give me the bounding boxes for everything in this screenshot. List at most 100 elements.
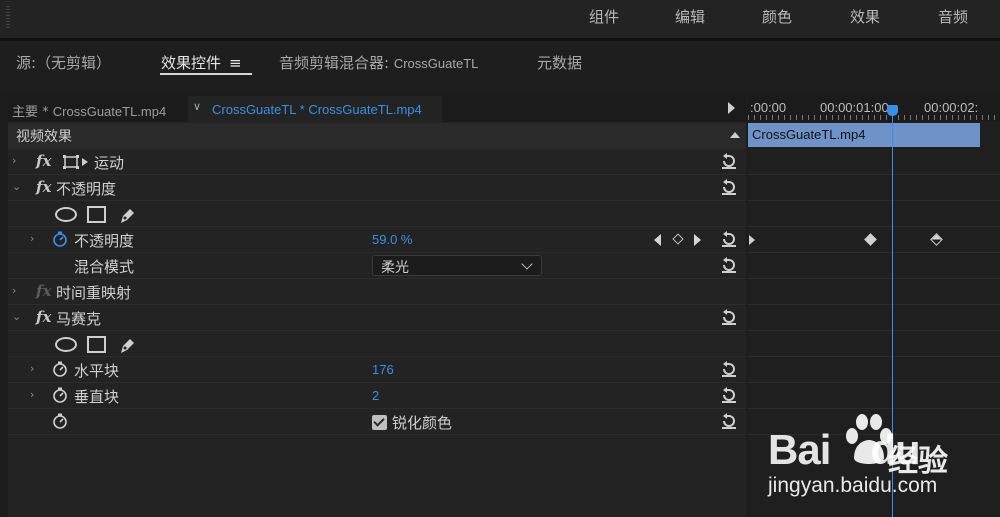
- reset-icon[interactable]: [720, 412, 738, 430]
- sequence-clip-name: CrossGuateTL * CrossGuateTL.mp4: [212, 102, 422, 117]
- next-keyframe-icon[interactable]: [694, 234, 701, 246]
- transform-icon[interactable]: [62, 154, 90, 170]
- blend-mode-select[interactable]: 柔光: [372, 255, 542, 276]
- param-name: 垂直块: [74, 388, 120, 406]
- param-row-vertical-blocks: › 垂直块 2: [8, 383, 746, 409]
- reset-icon[interactable]: [720, 360, 738, 378]
- workspace-bar: 组件 编辑 颜色 效果 音频: [0, 0, 1000, 38]
- collapse-up-icon[interactable]: [730, 132, 740, 138]
- tab-audio-clip-mixer-label: 音频剪辑混合器:: [279, 54, 394, 72]
- param-name: 水平块: [74, 362, 120, 380]
- workspace-color[interactable]: 颜色: [762, 6, 792, 27]
- divider: [748, 382, 1000, 383]
- reset-icon[interactable]: [720, 308, 738, 326]
- effect-controls-panel: 主要 * CrossGuateTL.mp4 ∨ CrossGuateTL * C…: [8, 96, 746, 517]
- divider: [748, 174, 1000, 175]
- time-label: 00:00:02:: [924, 100, 979, 115]
- workspace-editing[interactable]: 编辑: [675, 6, 705, 27]
- opacity-value[interactable]: 59.0 %: [372, 232, 412, 247]
- effect-name: 不透明度: [56, 180, 117, 198]
- divider: [748, 356, 1000, 357]
- tab-effect-controls-label: 效果控件: [161, 54, 222, 72]
- clip-bar[interactable]: CrossGuateTL.mp4: [748, 123, 980, 147]
- horizontal-blocks-value[interactable]: 176: [372, 362, 394, 377]
- param-name: 不透明度: [74, 232, 135, 250]
- reset-icon[interactable]: [720, 152, 738, 170]
- fx-toggle-icon[interactable]: fx: [36, 152, 51, 170]
- pen-mask-icon[interactable]: [117, 335, 137, 355]
- ellipse-mask-icon[interactable]: [55, 207, 77, 222]
- effect-row-time-remap: › fx 时间重映射: [8, 279, 746, 305]
- ellipse-mask-icon[interactable]: [55, 337, 77, 352]
- chevron-down-icon[interactable]: ∨: [193, 100, 201, 113]
- pen-mask-icon[interactable]: [117, 205, 137, 225]
- master-clip-tab[interactable]: 主要 * CrossGuateTL.mp4: [12, 101, 166, 120]
- tab-effect-controls[interactable]: 效果控件 ≡: [161, 52, 242, 73]
- keyframe-navigator: [654, 233, 704, 247]
- section-title: 视频效果: [16, 129, 72, 145]
- time-label: :00:00: [750, 100, 787, 115]
- chevron-right-icon[interactable]: ›: [30, 232, 34, 245]
- video-effects-header: 视频效果: [8, 123, 746, 149]
- divider: [748, 226, 1000, 227]
- keyframe-icon[interactable]: [864, 233, 877, 246]
- divider: [748, 304, 1000, 305]
- reset-icon[interactable]: [720, 256, 738, 274]
- rectangle-mask-icon[interactable]: [87, 336, 106, 353]
- mask-tools-row: [8, 201, 746, 227]
- master-clip-name: CrossGuateTL.mp4: [52, 104, 167, 119]
- tab-source[interactable]: 源:（无剪辑）: [16, 52, 111, 73]
- panel-menu-icon[interactable]: ≡: [229, 54, 242, 72]
- chevron-down-icon: [521, 258, 533, 270]
- stopwatch-icon[interactable]: [52, 231, 68, 247]
- tab-audio-clip-mixer-clip: CrossGuateTL: [393, 56, 479, 71]
- add-keyframe-icon[interactable]: [672, 233, 684, 245]
- fx-toggle-icon[interactable]: fx: [36, 178, 51, 196]
- reset-icon[interactable]: [720, 178, 738, 196]
- clip-bar-name: CrossGuateTL.mp4: [752, 127, 866, 142]
- reset-icon[interactable]: [720, 386, 738, 404]
- stopwatch-icon[interactable]: [52, 387, 68, 403]
- chevron-down-icon[interactable]: ⌄: [12, 310, 21, 323]
- time-label: 00:00:01:00: [820, 100, 889, 115]
- divider: [748, 278, 1000, 279]
- reset-icon[interactable]: [720, 230, 738, 248]
- chevron-right-icon[interactable]: ›: [12, 154, 16, 167]
- workspace-audio[interactable]: 音频: [938, 6, 968, 27]
- chevron-down-icon[interactable]: ⌄: [12, 180, 21, 193]
- divider: [748, 200, 1000, 201]
- tab-metadata[interactable]: 元数据: [537, 52, 582, 73]
- chevron-right-icon[interactable]: ›: [30, 362, 34, 375]
- stopwatch-icon[interactable]: [52, 361, 68, 377]
- fx-toggle-icon[interactable]: fx: [36, 308, 51, 326]
- active-tab-indicator: [160, 73, 252, 75]
- keyframe-start-icon[interactable]: [749, 235, 755, 245]
- playhead-handle[interactable]: [887, 105, 898, 116]
- stopwatch-icon[interactable]: [52, 413, 68, 429]
- prev-keyframe-icon[interactable]: [654, 234, 661, 246]
- master-clip-prefix: 主要 *: [12, 105, 53, 120]
- effect-row-mosaic: ⌄ fx 马赛克: [8, 305, 746, 331]
- drag-grip-icon[interactable]: [6, 6, 10, 28]
- workspace-effects[interactable]: 效果: [850, 6, 880, 27]
- workspace-assembly[interactable]: 组件: [589, 6, 619, 27]
- effect-row-opacity: ⌄ fx 不透明度: [8, 175, 746, 201]
- play-icon[interactable]: [728, 102, 735, 114]
- tab-audio-clip-mixer[interactable]: 音频剪辑混合器: CrossGuateTL: [279, 52, 478, 73]
- sharpen-colors-checkbox[interactable]: [372, 415, 387, 430]
- param-row-blend-mode: 混合模式 柔光: [8, 253, 746, 279]
- fx-toggle-icon: fx: [36, 282, 52, 300]
- effect-name: 马赛克: [56, 310, 102, 328]
- chevron-right-icon[interactable]: ›: [12, 284, 16, 297]
- param-row-horizontal-blocks: › 水平块 176: [8, 357, 746, 383]
- rectangle-mask-icon[interactable]: [87, 206, 106, 223]
- vertical-blocks-value[interactable]: 2: [372, 388, 379, 403]
- sharpen-colors-label: 锐化颜色: [392, 414, 453, 432]
- time-ruler[interactable]: :00:00 00:00:01:00 00:00:02:: [748, 96, 1000, 122]
- sequence-clip-tab[interactable]: ∨ CrossGuateTL * CrossGuateTL.mp4: [188, 96, 442, 122]
- keyframe-icon[interactable]: [930, 233, 943, 246]
- clip-selector-bar: 主要 * CrossGuateTL.mp4 ∨ CrossGuateTL * C…: [8, 96, 746, 122]
- chevron-right-icon[interactable]: ›: [30, 388, 34, 401]
- effect-name: 运动: [94, 154, 125, 172]
- param-row-opacity: › 不透明度 59.0 %: [8, 227, 746, 253]
